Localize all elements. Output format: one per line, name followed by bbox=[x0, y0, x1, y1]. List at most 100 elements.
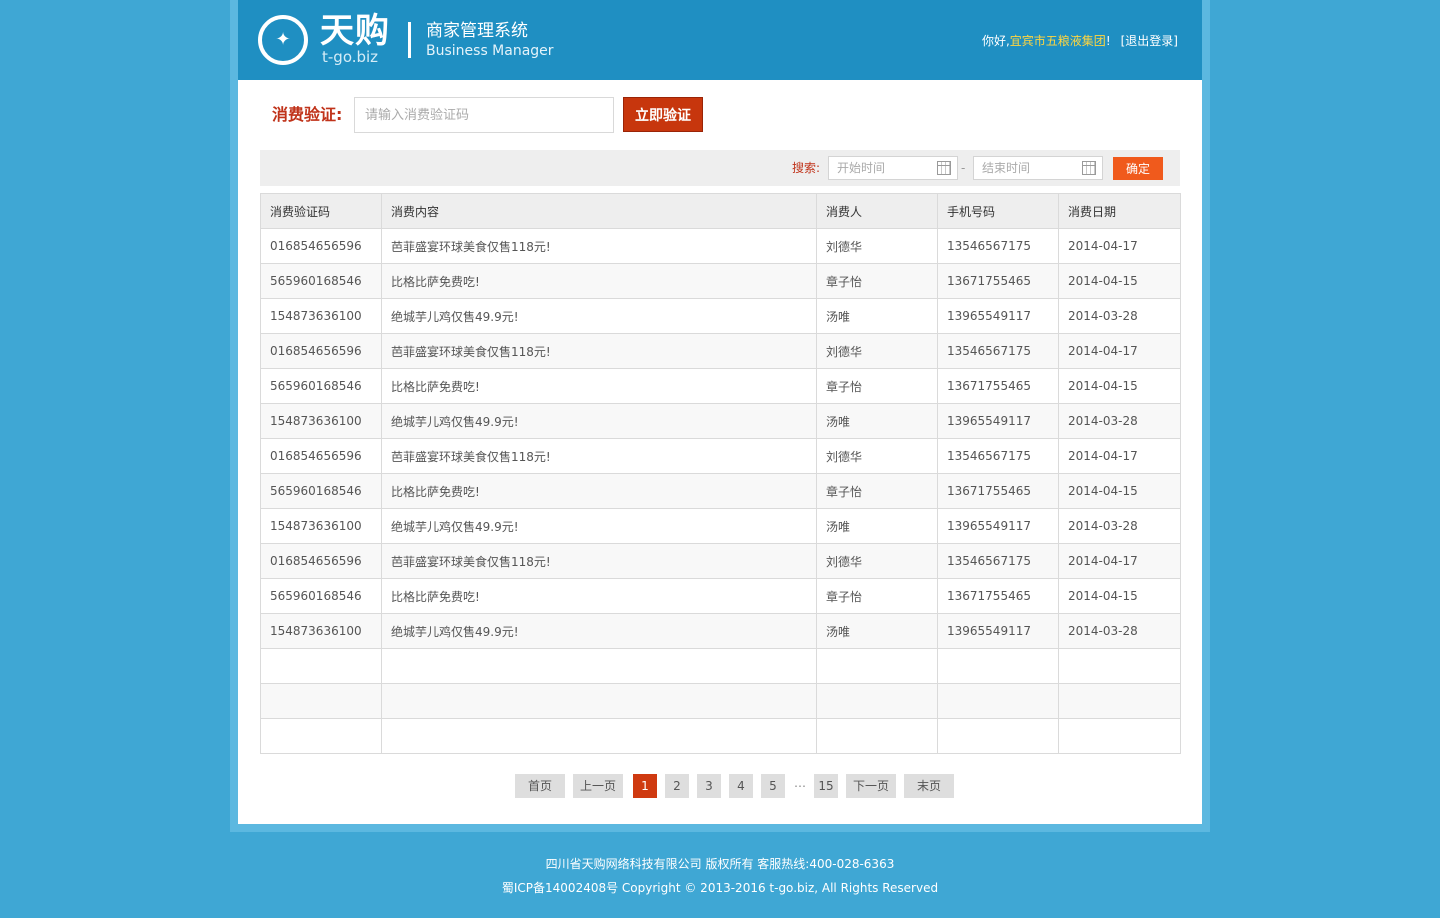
date-range-dash: - bbox=[961, 161, 966, 175]
page-button-4[interactable]: 4 bbox=[729, 774, 753, 798]
cell-code bbox=[260, 648, 382, 684]
page-button-2[interactable]: 2 bbox=[665, 774, 689, 798]
logout-link[interactable]: [退出登录] bbox=[1121, 34, 1178, 48]
table-row: 565960168546 比格比萨免费吃! 章子怡 13671755465 2014-0… bbox=[260, 578, 1181, 614]
cell-content: 比格比萨免费吃! bbox=[381, 368, 817, 404]
cell-consumer: 章子怡 bbox=[816, 473, 938, 509]
cell-content: 绝城芋儿鸡仅售49.9元! bbox=[381, 403, 817, 439]
calendar-icon[interactable] bbox=[937, 161, 951, 175]
cell-content bbox=[381, 648, 817, 684]
table-row: 565960168546 比格比萨免费吃! 章子怡 13671755465 2014-0… bbox=[260, 263, 1181, 299]
cell-content: 芭菲盛宴环球美食仅售118元! bbox=[381, 228, 817, 264]
cell-content: 绝城芋儿鸡仅售49.9元! bbox=[381, 613, 817, 649]
cell-content: 芭菲盛宴环球美食仅售118元! bbox=[381, 333, 817, 369]
cell-date: 2014-03-28 bbox=[1058, 613, 1181, 649]
footer: 四川省天购网络科技有限公司 版权所有 客服热线:400-028-6363 蜀IC… bbox=[0, 852, 1440, 900]
system-subtitle: Business Manager bbox=[426, 43, 554, 59]
cell-date bbox=[1058, 718, 1181, 754]
cell-phone: 13671755465 bbox=[937, 263, 1059, 299]
footer-company: 四川省天购网络科技有限公司 版权所有 客服热线:400-028-6363 bbox=[545, 857, 895, 871]
cell-content bbox=[381, 683, 817, 719]
table-row: 016854656596 芭菲盛宴环球美食仅售118元! 刘德华 1354656717… bbox=[260, 228, 1181, 264]
cell-content: 比格比萨免费吃! bbox=[381, 263, 817, 299]
cell-date: 2014-04-15 bbox=[1058, 473, 1181, 509]
cell-code: 154873636100 bbox=[260, 298, 382, 334]
search-label: 搜索: bbox=[792, 161, 821, 175]
cell-code bbox=[260, 718, 382, 754]
cell-content: 绝城芋儿鸡仅售49.9元! bbox=[381, 298, 817, 334]
table-row: 016854656596 芭菲盛宴环球美食仅售118元! 刘德华 1354656717… bbox=[260, 333, 1181, 369]
page-button-3[interactable]: 3 bbox=[697, 774, 721, 798]
table-row bbox=[260, 718, 1181, 754]
cell-phone: 13546567175 bbox=[937, 543, 1059, 579]
cell-code: 565960168546 bbox=[260, 473, 382, 509]
user-bar: 你好,宜宾市五粮液集团! [退出登录] bbox=[982, 33, 1178, 49]
table-row bbox=[260, 683, 1181, 719]
header-content: 消费内容 bbox=[381, 193, 817, 229]
header-phone: 手机号码 bbox=[937, 193, 1059, 229]
cell-phone: 13546567175 bbox=[937, 333, 1059, 369]
cell-consumer: 汤唯 bbox=[816, 508, 938, 544]
company-link[interactable]: 宜宾市五粮液集团 bbox=[1010, 34, 1106, 48]
cell-phone: 13546567175 bbox=[937, 228, 1059, 264]
verify-button[interactable]: 立即验证 bbox=[623, 97, 703, 132]
cell-date: 2014-03-28 bbox=[1058, 403, 1181, 439]
cell-consumer: 刘德华 bbox=[816, 543, 938, 579]
last-page-button[interactable]: 末页 bbox=[904, 774, 954, 798]
cell-date: 2014-03-28 bbox=[1058, 298, 1181, 334]
cell-phone: 13965549117 bbox=[937, 298, 1059, 334]
cell-content: 绝城芋儿鸡仅售49.9元! bbox=[381, 508, 817, 544]
next-page-button[interactable]: 下一页 bbox=[846, 774, 896, 798]
table-row: 154873636100 绝城芋儿鸡仅售49.9元! 汤唯 13965549117 20… bbox=[260, 298, 1181, 334]
cell-phone: 13671755465 bbox=[937, 368, 1059, 404]
cell-date: 2014-04-17 bbox=[1058, 438, 1181, 474]
cell-consumer: 刘德华 bbox=[816, 228, 938, 264]
page-button-1[interactable]: 1 bbox=[633, 774, 657, 798]
cell-phone: 13965549117 bbox=[937, 403, 1059, 439]
cell-content: 芭菲盛宴环球美食仅售118元! bbox=[381, 438, 817, 474]
table-row bbox=[260, 648, 1181, 684]
cell-code: 565960168546 bbox=[260, 263, 382, 299]
cell-code: 154873636100 bbox=[260, 613, 382, 649]
cell-date: 2014-04-15 bbox=[1058, 578, 1181, 614]
cell-phone bbox=[937, 718, 1059, 754]
greeting-suffix: ! bbox=[1105, 34, 1111, 48]
cell-phone: 13671755465 bbox=[937, 473, 1059, 509]
cell-content bbox=[381, 718, 817, 754]
footer-copyright: 蜀ICP备14002408号 Copyright © 2013-2016 t-g… bbox=[501, 881, 939, 895]
logo-divider bbox=[408, 22, 411, 58]
cell-phone: 13965549117 bbox=[937, 508, 1059, 544]
first-page-button[interactable]: 首页 bbox=[515, 774, 565, 798]
header-code: 消费验证码 bbox=[260, 193, 382, 229]
cell-code: 016854656596 bbox=[260, 333, 382, 369]
cell-date: 2014-04-15 bbox=[1058, 368, 1181, 404]
page-button-5[interactable]: 5 bbox=[761, 774, 785, 798]
cell-phone bbox=[937, 683, 1059, 719]
search-confirm-button[interactable]: 确定 bbox=[1113, 157, 1163, 180]
header-date: 消费日期 bbox=[1058, 193, 1181, 229]
cell-consumer bbox=[816, 683, 938, 719]
cell-code: 016854656596 bbox=[260, 438, 382, 474]
cell-consumer bbox=[816, 718, 938, 754]
cell-code: 565960168546 bbox=[260, 578, 382, 614]
cell-phone: 13546567175 bbox=[937, 438, 1059, 474]
cell-content: 比格比萨免费吃! bbox=[381, 473, 817, 509]
cell-date: 2014-04-17 bbox=[1058, 333, 1181, 369]
cell-date: 2014-04-15 bbox=[1058, 263, 1181, 299]
header: ✦ 天购 t-go.biz 商家管理系统 Business Manager 你好… bbox=[238, 0, 1202, 80]
pagination: 首页 上一页 1 2 3 4 5 … 15 下一页 末页 bbox=[238, 774, 1202, 798]
page-button-15[interactable]: 15 bbox=[814, 774, 838, 798]
cell-consumer: 汤唯 bbox=[816, 613, 938, 649]
verify-code-input[interactable] bbox=[354, 97, 614, 133]
table-row: 154873636100 绝城芋儿鸡仅售49.9元! 汤唯 13965549117 20… bbox=[260, 613, 1181, 649]
records-table: 消费验证码 消费内容 消费人 手机号码 消费日期 016854656596 芭菲盛… bbox=[260, 193, 1181, 754]
cell-code: 565960168546 bbox=[260, 368, 382, 404]
compass-star-icon: ✦ bbox=[275, 29, 291, 50]
calendar-icon[interactable] bbox=[1082, 161, 1096, 175]
cell-date bbox=[1058, 648, 1181, 684]
cell-code bbox=[260, 683, 382, 719]
prev-page-button[interactable]: 上一页 bbox=[573, 774, 623, 798]
table-row: 016854656596 芭菲盛宴环球美食仅售118元! 刘德华 1354656717… bbox=[260, 438, 1181, 474]
cell-consumer: 章子怡 bbox=[816, 578, 938, 614]
cell-consumer: 刘德华 bbox=[816, 333, 938, 369]
